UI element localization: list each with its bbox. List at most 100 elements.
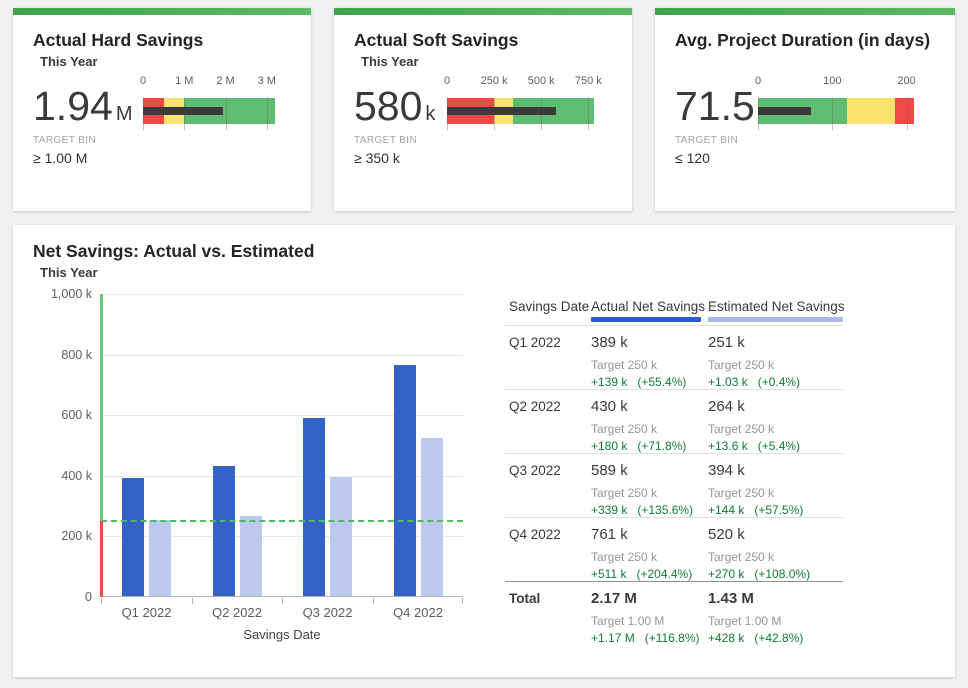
x-axis-title: Savings Date (101, 627, 463, 642)
bullet-chart[interactable]: 0250 k500 k750 k (447, 75, 594, 128)
actual-bar[interactable] (213, 466, 235, 596)
cell-target: Target 1.00 M (708, 614, 803, 628)
card-title: Actual Soft Savings (354, 30, 612, 51)
bullet-axis-tick-label: 2 M (216, 75, 234, 87)
card-subtitle: This Year (361, 54, 612, 70)
y-axis-above-target (100, 294, 103, 521)
bullet-measure-bar (447, 107, 556, 115)
bullet-measure-bar (143, 107, 223, 115)
bullet-chart[interactable]: 0100200 (758, 75, 914, 128)
card-accent-strip (13, 8, 311, 15)
card-subtitle (682, 54, 935, 70)
cell-delta: +13.6 k(+5.4%) (708, 439, 800, 453)
actual-bar[interactable] (394, 365, 416, 596)
y-axis-tick-label: 1,000 k (51, 287, 92, 301)
target-bin-label: TARGET BIN (354, 135, 612, 146)
bullet-axis-tick-label: 100 (823, 75, 841, 87)
kpi-card-actual-hard-savings[interactable]: Actual Hard Savings This Year 1.94M 01 M… (13, 8, 311, 211)
cell-delta: +270 k(+108.0%) (708, 567, 810, 581)
column-header-actual: Actual Net Savings (591, 299, 705, 314)
kpi-value: 71.5 (675, 84, 758, 128)
bullet-axis: 0250 k500 k750 k (447, 75, 594, 88)
bullet-axis-tick (267, 98, 268, 130)
cell-value: 2.17 M (591, 590, 700, 607)
bullet-bar (143, 98, 275, 124)
cell-delta: +180 k(+71.8%) (591, 439, 686, 453)
bullet-axis: 0100200 (758, 75, 914, 88)
x-axis-tick (373, 598, 374, 604)
table-row: Q1 2022 389 k Target 250 k +139 k(+55.4%… (505, 325, 843, 389)
cell-value: 394 k (708, 462, 803, 479)
estimated-bar[interactable] (149, 520, 171, 596)
card-subtitle: This Year (40, 54, 291, 70)
y-axis-below-target (100, 521, 103, 597)
kpi-value: 580k (354, 84, 435, 128)
bullet-axis-tick-label: 1 M (175, 75, 193, 87)
cell-delta: +428 k(+42.8%) (708, 631, 803, 645)
bullet-range-red (895, 98, 914, 124)
cell-delta: +144 k(+57.5%) (708, 503, 803, 517)
kpi-unit: M (116, 103, 133, 125)
cell-target: Target 250 k (708, 550, 810, 564)
cell-value: 1.43 M (708, 590, 803, 607)
net-savings-panel: Net Savings: Actual vs. Estimated This Y… (13, 225, 955, 677)
cell-value: 389 k (591, 334, 686, 351)
net-savings-table: Savings Date Actual Net Savings Estimate… (505, 288, 850, 645)
bullet-axis-tick-label: 250 k (481, 75, 508, 87)
row-date: Q4 2022 (509, 527, 561, 542)
bullet-axis-tick-label: 750 k (575, 75, 602, 87)
bullet-axis-tick-label: 3 M (258, 75, 276, 87)
bullet-axis-tick-label: 0 (140, 75, 146, 87)
table-header-row: Savings Date Actual Net Savings Estimate… (505, 288, 850, 325)
row-date: Q2 2022 (509, 399, 561, 414)
cell-target: Target 250 k (591, 550, 692, 564)
x-axis-tick (282, 598, 283, 604)
cell-delta: +139 k(+55.4%) (591, 375, 686, 389)
x-axis-category-label: Q4 2022 (373, 605, 464, 620)
x-axis-tick (462, 598, 463, 604)
estimated-bar[interactable] (421, 438, 443, 596)
actual-bar[interactable] (122, 478, 144, 596)
bullet-axis: 0 1 M 2 M 3 M (143, 75, 275, 88)
target-bin-label: TARGET BIN (675, 135, 935, 146)
kpi-value: 1.94M (33, 84, 132, 128)
bullet-chart[interactable]: 0 1 M 2 M 3 M (143, 75, 275, 128)
cell-target: Target 250 k (591, 422, 686, 436)
cell-target: Target 250 k (591, 358, 686, 372)
cell-value: 251 k (708, 334, 800, 351)
kpi-card-avg-project-duration[interactable]: Avg. Project Duration (in days) 71.5 010… (655, 8, 955, 211)
kpi-card-actual-soft-savings[interactable]: Actual Soft Savings This Year 580k 0250 … (334, 8, 632, 211)
y-axis-tick-label: 800 k (61, 348, 92, 362)
bullet-bar (758, 98, 914, 124)
actual-cell: 430 k Target 250 k +180 k(+71.8%) (591, 390, 686, 453)
estimated-bar[interactable] (240, 516, 262, 596)
actual-bar[interactable] (303, 418, 325, 596)
cell-delta: +1.17 M(+116.8%) (591, 631, 700, 645)
table-row: Q3 2022 589 k Target 250 k +339 k(+135.6… (505, 453, 843, 517)
bullet-axis-tick (226, 98, 227, 130)
table-row-total: Total 2.17 M Target 1.00 M +1.17 M(+116.… (505, 581, 843, 645)
target-bin-value: ≤ 120 (675, 150, 935, 166)
target-line (101, 520, 463, 522)
cell-target: Target 250 k (708, 358, 800, 372)
table-row: Q2 2022 430 k Target 250 k +180 k(+71.8%… (505, 389, 843, 453)
bullet-axis-tick (588, 98, 589, 130)
cell-value: 589 k (591, 462, 693, 479)
cell-target: Target 1.00 M (591, 614, 700, 628)
target-bin-label: TARGET BIN (33, 135, 291, 146)
y-axis-tick-label: 400 k (61, 469, 92, 483)
x-axis-category-label: Q2 2022 (192, 605, 283, 620)
estimated-cell: 1.43 M Target 1.00 M +428 k(+42.8%) (708, 582, 803, 645)
gridline (101, 294, 463, 295)
row-date: Q3 2022 (509, 463, 561, 478)
estimated-bar[interactable] (330, 477, 352, 596)
estimated-cell: 394 k Target 250 k +144 k(+57.5%) (708, 454, 803, 517)
y-axis-tick-label: 600 k (61, 408, 92, 422)
cell-value: 761 k (591, 526, 692, 543)
cell-delta: +339 k(+135.6%) (591, 503, 693, 517)
y-axis-tick-label: 200 k (61, 529, 92, 543)
bullet-axis-tick-label: 0 (755, 75, 761, 87)
x-axis-category-label: Q1 2022 (101, 605, 192, 620)
estimated-cell: 251 k Target 250 k +1.03 k(+0.4%) (708, 326, 800, 389)
estimated-legend-underline (708, 317, 843, 322)
